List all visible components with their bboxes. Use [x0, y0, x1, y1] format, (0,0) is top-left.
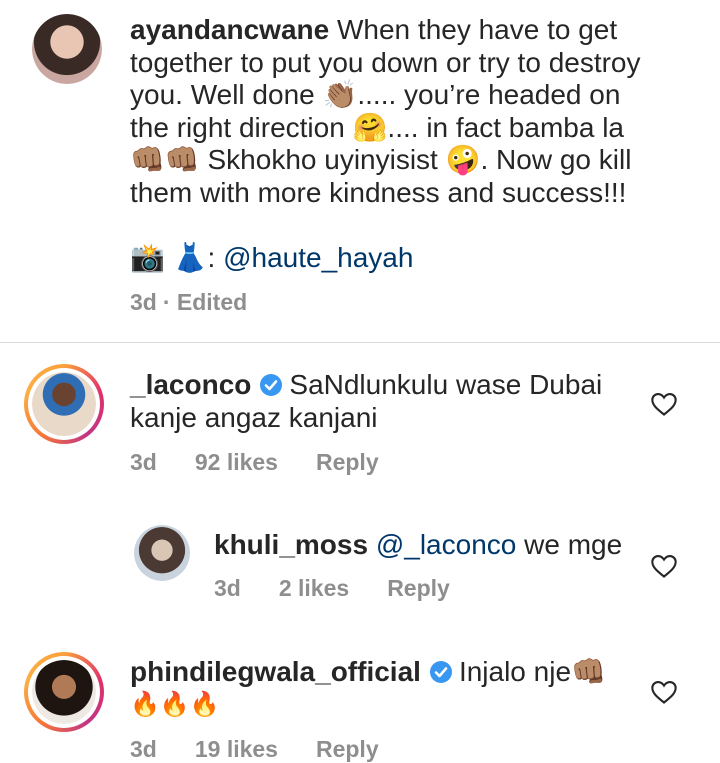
comment-avatar-ring[interactable] — [24, 364, 104, 444]
comment-text: phindilegwala_official Injalo nje👊🏽 🔥🔥🔥 — [130, 656, 606, 718]
caption-text: ayandancwane When they have to get toget… — [130, 14, 641, 208]
reply-button[interactable]: Reply — [316, 449, 379, 475]
reply-username[interactable]: khuli_moss — [214, 529, 368, 560]
caption-username[interactable]: ayandancwane — [130, 14, 329, 45]
reply-time: 3d — [214, 575, 241, 601]
comment-meta: 3d 19 likes Reply — [130, 736, 417, 763]
like-heart-icon[interactable] — [650, 678, 678, 706]
reply-button[interactable]: Reply — [316, 736, 379, 762]
like-heart-icon[interactable] — [650, 552, 678, 580]
reply-avatar[interactable] — [134, 525, 190, 581]
reply-text: khuli_moss @_laconco we mge — [214, 529, 623, 560]
verified-badge-icon — [260, 374, 283, 396]
comment-meta: 3d 92 likes Reply — [130, 449, 417, 476]
caption-meta: 3d · Edited — [130, 289, 285, 316]
comment-avatar-ring[interactable] — [24, 652, 104, 732]
caption-edited: · Edited — [162, 289, 248, 315]
comment-likes[interactable]: 19 likes — [195, 736, 278, 762]
comment-text: _laconco SaNdlunkulu wase Dubai kanje ang… — [130, 369, 603, 433]
credit-mention-link[interactable]: @haute_hayah — [223, 242, 413, 273]
verified-badge-icon — [429, 661, 452, 683]
reply-button[interactable]: Reply — [387, 575, 450, 601]
like-heart-icon[interactable] — [650, 390, 678, 418]
reply-meta: 3d 2 likes Reply — [214, 575, 488, 602]
comment-avatar — [32, 372, 96, 436]
caption-divider — [0, 342, 720, 343]
comment-time: 3d — [130, 736, 157, 762]
comment-username[interactable]: phindilegwala_official — [130, 656, 421, 687]
caption-time: 3d — [130, 289, 157, 315]
reply-mention-link[interactable]: @_laconco — [376, 529, 517, 560]
comment-likes[interactable]: 92 likes — [195, 449, 278, 475]
comment-username[interactable]: _laconco — [130, 369, 251, 400]
caption-credit: 📸 👗: @haute_hayah — [130, 242, 414, 273]
comment-avatar — [32, 660, 96, 724]
reply-likes[interactable]: 2 likes — [279, 575, 349, 601]
comment-time: 3d — [130, 449, 157, 475]
caption-author-avatar[interactable] — [32, 14, 102, 84]
